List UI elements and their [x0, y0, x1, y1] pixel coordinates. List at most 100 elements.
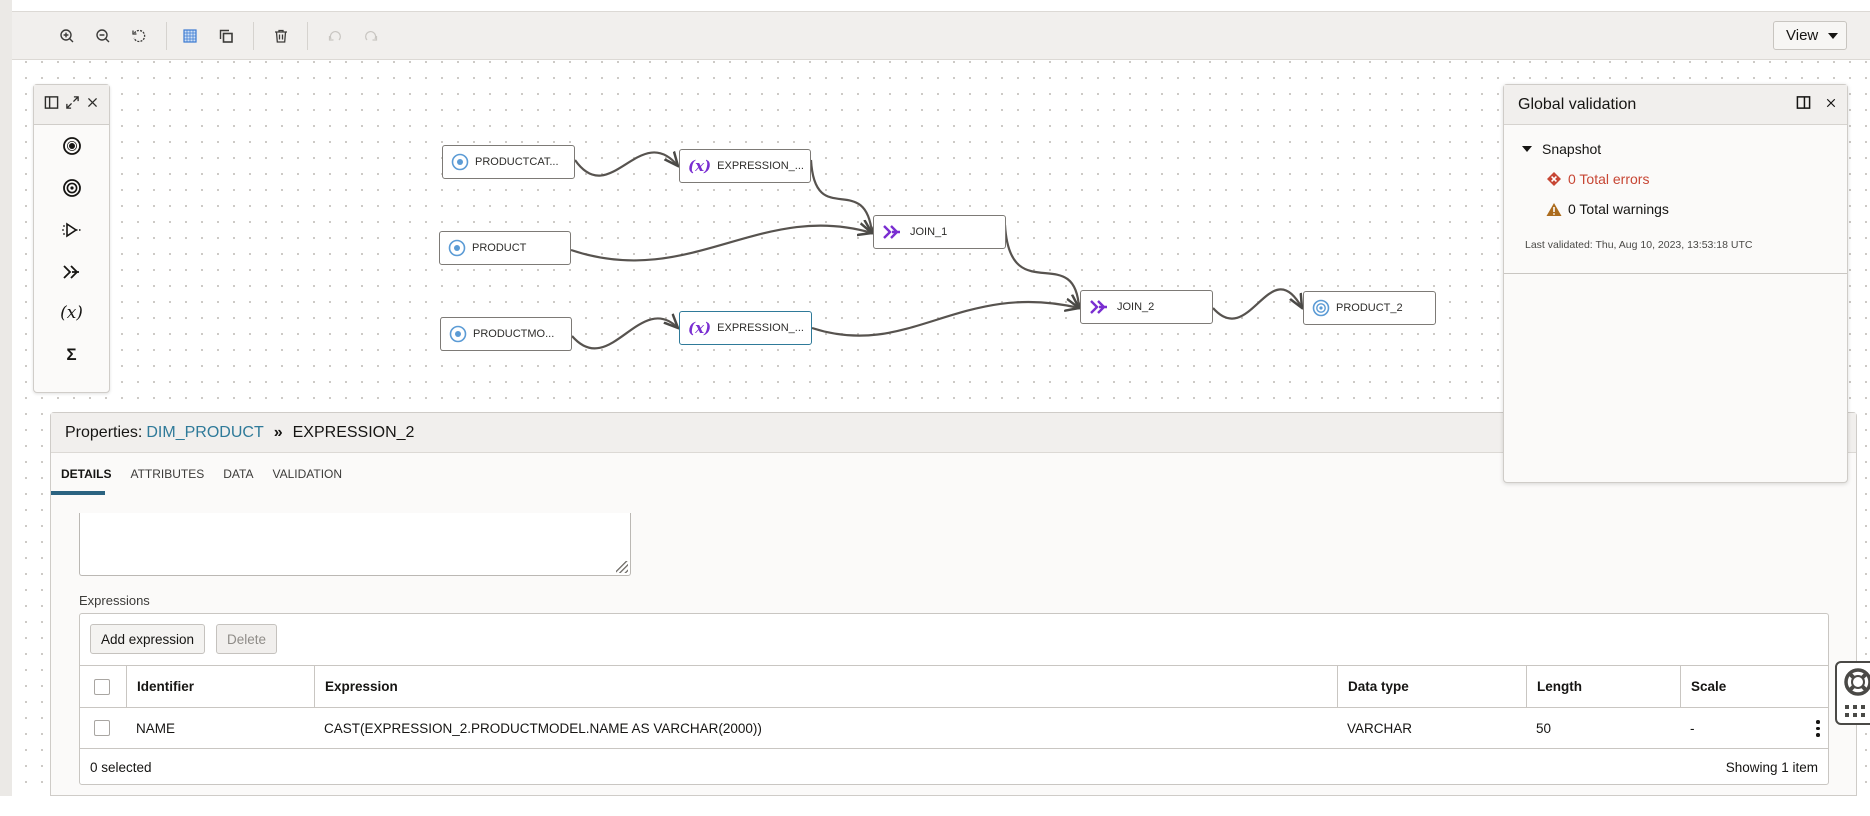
node-label: PRODUCTMO...: [473, 328, 555, 340]
zoom-in-icon: [60, 29, 74, 43]
node-label: PRODUCT: [472, 242, 527, 254]
zoom-out-icon: [96, 29, 110, 43]
node-label: PRODUCT_2: [1336, 302, 1403, 314]
breadcrumb-current: EXPRESSION_2: [292, 423, 415, 441]
close-icon: [87, 97, 98, 107]
tab-details[interactable]: DETAILS: [61, 467, 111, 481]
palette-header: [34, 85, 109, 125]
column-header-length[interactable]: Length: [1526, 666, 1680, 707]
redo-button[interactable]: [359, 24, 383, 48]
active-tab-indicator: [51, 491, 105, 495]
expression-icon: (x): [688, 157, 712, 175]
view-menu-button[interactable]: View: [1773, 21, 1847, 50]
palette-item-source[interactable]: [34, 131, 109, 161]
column-header-expression[interactable]: Expression: [314, 666, 1337, 707]
table-footer: 0 selected Showing 1 item: [80, 748, 1828, 786]
resize-grip-icon[interactable]: [616, 561, 628, 573]
cell-identifier: NAME: [136, 720, 176, 736]
dock-panel-button[interactable]: [1796, 95, 1811, 115]
caret-down-icon: [1828, 32, 1839, 39]
undo-button[interactable]: [323, 24, 347, 48]
reset-icon: [132, 29, 146, 43]
close-panel-button[interactable]: [1825, 96, 1837, 114]
expression-icon: (x): [60, 303, 83, 323]
grid-button[interactable]: [178, 24, 202, 48]
filter-icon: [61, 222, 81, 238]
expand-icon: [66, 95, 79, 109]
reset-zoom-button[interactable]: [127, 24, 151, 48]
undo-icon: [328, 31, 341, 41]
node-expression2[interactable]: (x) EXPRESSION_...: [679, 311, 812, 345]
column-header-scale[interactable]: Scale: [1680, 666, 1828, 707]
zoom-out-button[interactable]: [91, 24, 115, 48]
last-validated-text: Last validated: Thu, Aug 10, 2023, 13:53…: [1525, 239, 1753, 251]
palette-item-aggregate[interactable]: Σ: [34, 340, 109, 370]
palette-item-filter[interactable]: [34, 215, 109, 245]
row-checkbox[interactable]: [94, 720, 110, 736]
total-errors-link[interactable]: 0 Total errors: [1546, 171, 1829, 187]
row-select-cell: [80, 708, 126, 748]
global-validation-body: Snapshot 0 Total errors 0 Total warnings…: [1504, 125, 1847, 274]
column-header-identifier[interactable]: Identifier: [126, 666, 314, 707]
node-productmo[interactable]: PRODUCTMO...: [440, 317, 572, 351]
node-product2[interactable]: PRODUCT_2: [1303, 291, 1436, 325]
lifebuoy-icon: [1844, 668, 1870, 696]
toolbar-separator: [307, 22, 308, 50]
table-row[interactable]: NAME CAST(EXPRESSION_2.PRODUCTMODEL.NAME…: [80, 707, 1828, 748]
panel-icon: [1796, 96, 1811, 109]
snapshot-label: Snapshot: [1542, 141, 1602, 157]
copy-icon: [219, 29, 233, 43]
node-productcat[interactable]: PRODUCTCAT...: [442, 145, 575, 179]
node-label: JOIN_1: [910, 226, 948, 238]
snapshot-toggle[interactable]: Snapshot: [1522, 141, 1829, 157]
delete-button[interactable]: [269, 24, 293, 48]
warning-icon: [1546, 202, 1562, 217]
toolbar-separator: [253, 22, 254, 50]
source-icon: [62, 137, 81, 155]
select-all-cell: [80, 666, 126, 707]
node-expression1[interactable]: (x) EXPRESSION_...: [679, 149, 811, 183]
join-icon: [882, 223, 904, 241]
help-widget[interactable]: [1835, 661, 1870, 725]
aggregate-icon: Σ: [66, 345, 77, 364]
cell-scale: -: [1690, 720, 1695, 736]
column-header-data-type[interactable]: Data type: [1337, 666, 1526, 707]
zoom-in-button[interactable]: [55, 24, 79, 48]
palette-item-expression[interactable]: (x): [34, 298, 109, 328]
expression-icon: (x): [688, 319, 712, 337]
palette-item-target[interactable]: [34, 173, 109, 203]
expressions-label: Expressions: [79, 593, 150, 608]
grid-icon: [183, 29, 197, 43]
tab-attributes[interactable]: ATTRIBUTES: [130, 467, 204, 481]
node-join2[interactable]: JOIN_2: [1080, 290, 1213, 324]
properties-prefix: Properties:: [65, 423, 143, 441]
total-warnings-link[interactable]: 0 Total warnings: [1546, 201, 1829, 217]
select-all-checkbox[interactable]: [94, 678, 110, 695]
view-label: View: [1786, 27, 1819, 44]
row-actions-menu-icon[interactable]: [1816, 720, 1820, 737]
selected-count: 0 selected: [90, 760, 152, 775]
node-label: PRODUCTCAT...: [475, 156, 559, 168]
source-icon: [448, 239, 466, 257]
canvas-toolbar: View: [12, 11, 1870, 60]
delete-expression-button[interactable]: Delete: [216, 624, 278, 654]
operator-palette: (x) Σ: [33, 84, 110, 393]
node-product[interactable]: PRODUCT: [439, 231, 571, 265]
dock-panel-button[interactable]: [44, 95, 59, 115]
breadcrumb-separator: »: [273, 423, 283, 441]
error-icon: [1546, 171, 1562, 187]
close-palette-button[interactable]: [86, 96, 99, 114]
node-join1[interactable]: JOIN_1: [873, 215, 1006, 249]
source-icon: [451, 153, 469, 171]
target-icon: [62, 179, 81, 197]
description-textarea[interactable]: [79, 513, 631, 576]
tab-validation[interactable]: VALIDATION: [272, 467, 342, 481]
expand-button[interactable]: [65, 95, 80, 115]
palette-item-join[interactable]: [34, 257, 109, 287]
panel-title: Global validation: [1518, 95, 1637, 113]
duplicate-button[interactable]: [214, 24, 238, 48]
breadcrumb-parent-link[interactable]: DIM_PRODUCT: [146, 424, 263, 442]
add-expression-button[interactable]: Add expression: [90, 624, 206, 654]
cell-length: 50: [1536, 720, 1552, 736]
tab-data[interactable]: DATA: [223, 467, 253, 481]
